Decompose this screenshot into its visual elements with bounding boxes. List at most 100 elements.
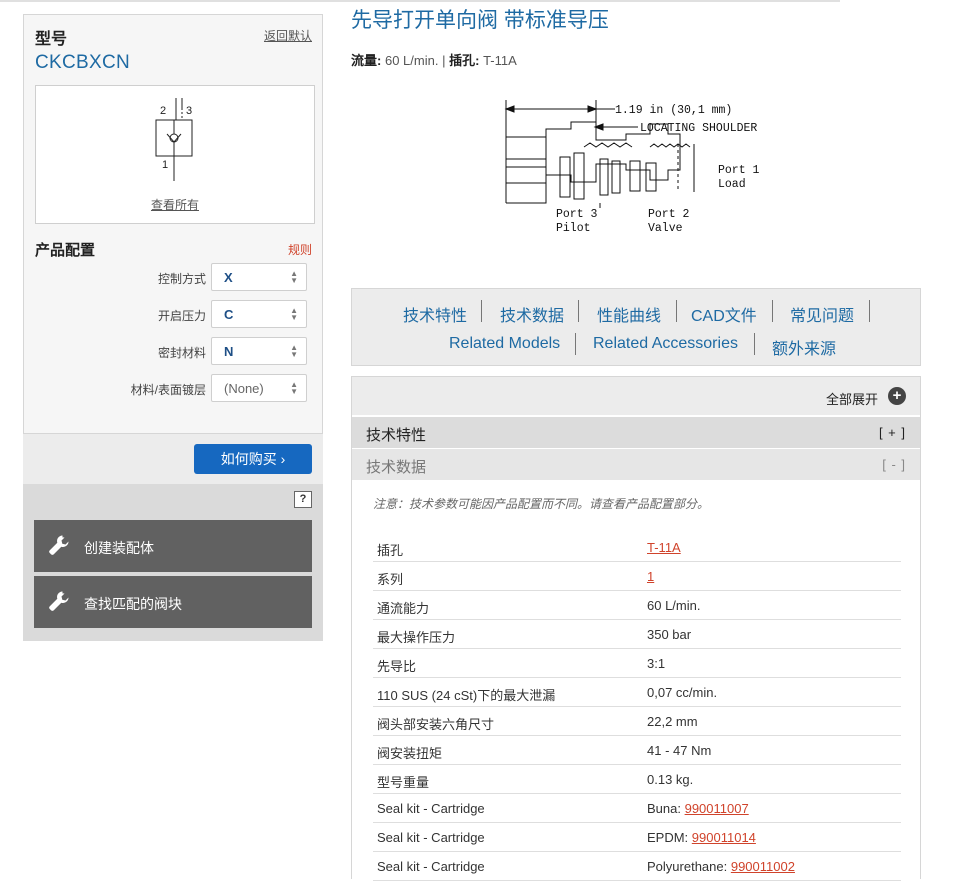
select-arrows-icon: ▲ ▼: [290, 269, 298, 285]
help-icon[interactable]: ?: [294, 491, 312, 508]
port-1-label: Port 1: [718, 164, 760, 177]
seal-kit-buna-link[interactable]: 990011007: [685, 801, 749, 816]
page-title: 先导打开单向阀 带标准导压: [351, 9, 609, 32]
port-3-label: Port 3: [556, 208, 598, 221]
section-tech-data-header[interactable]: 技术数据 [ - ]: [352, 449, 920, 480]
table-row: Seal kit - Cartridge Polyurethane: 99001…: [373, 852, 901, 881]
top-divider: [0, 0, 840, 2]
tab-divider: [481, 300, 482, 322]
seal-kit-epdm-link[interactable]: 990011014: [692, 830, 756, 845]
table-row: 先导比 3:1: [373, 649, 901, 678]
table-row: 阀头部安装六角尺寸 22,2 mm: [373, 707, 901, 736]
material-coating-select[interactable]: (None) ▲ ▼: [211, 374, 307, 402]
config-label: 控制方式: [157, 272, 206, 286]
model-code: CKCBXCN: [35, 52, 131, 73]
tab-extra-resources[interactable]: 额外来源: [772, 335, 836, 359]
tab-performance[interactable]: 性能曲线: [597, 302, 661, 326]
flow-value: 60 L/min.: [384, 53, 439, 68]
table-row: Seal kit - Cartridge EPDM: 990011014: [373, 823, 901, 852]
config-label: 密封材料: [157, 346, 206, 360]
cavity-link[interactable]: T-11A: [647, 540, 681, 555]
find-manifold-label: 查找匹配的阀块: [84, 596, 182, 612]
create-assembly-button[interactable]: 创建装配体: [34, 520, 312, 572]
view-all-link[interactable]: 查看所有: [36, 196, 314, 213]
tab-tech-data[interactable]: 技术数据: [500, 302, 564, 326]
check-valve-symbol: 2 3 1: [155, 98, 193, 181]
table-row: 插孔 T-11A: [373, 533, 901, 562]
section-features-header[interactable]: 技术特性 [ + ]: [352, 417, 920, 448]
hydraulic-symbol-box[interactable]: 2 3 1 查看所有: [35, 85, 315, 224]
tab-faq[interactable]: 常见问题: [790, 302, 854, 326]
tab-cad[interactable]: CAD文件: [691, 302, 757, 326]
port-2-label: 2: [160, 105, 166, 117]
model-label: 型号: [35, 31, 68, 48]
port-1-load-label: Load: [718, 178, 746, 191]
select-arrows-icon: ▲ ▼: [290, 380, 298, 396]
tab-divider: [578, 300, 579, 322]
spec-divider: |: [442, 53, 446, 68]
port-2-label: Port 2: [648, 208, 690, 221]
locating-shoulder-label: LOCATING SHOULDER: [640, 122, 757, 135]
chevron-right-icon: ›: [280, 451, 286, 467]
table-row: 最大操作压力 350 bar: [373, 620, 901, 649]
tab-related-accessories[interactable]: Related Accessories: [593, 335, 738, 353]
port-2-valve-label: Valve: [648, 222, 683, 235]
control-select[interactable]: X ▲ ▼: [211, 263, 307, 291]
tab-features[interactable]: 技术特性: [403, 302, 467, 326]
plus-circle-icon[interactable]: +: [888, 387, 906, 405]
table-row: 型号重量 0.13 kg.: [373, 765, 901, 794]
table-row: 通流能力 60 L/min.: [373, 591, 901, 620]
table-row: 110 SUS (24 cSt)下的最大泄漏 0,07 cc/min.: [373, 678, 901, 707]
find-manifold-button[interactable]: 查找匹配的阀块: [34, 576, 312, 628]
table-row: Seal kit - Cartridge Buna: 990011007: [373, 794, 901, 823]
how-to-buy-button[interactable]: 如何购买 ›: [194, 444, 312, 474]
details-panel: 全部展开 + 技术特性 [ + ] 技术数据 [ - ] 注意：技术参数可能因产…: [351, 376, 921, 881]
tab-divider: [575, 333, 576, 355]
expand-all-link[interactable]: 全部展开: [826, 389, 878, 408]
left-panel: 型号 返回默认 CKCBXCN 2 3 1 查看所有 产品配置 规则 控制方式: [23, 14, 323, 641]
create-assembly-label: 创建装配体: [84, 540, 154, 556]
cartridge-diagram: 1.19 in (30,1 mm) LOCATING SHOULDER Port…: [504, 100, 760, 235]
port-3-pilot-label: Pilot: [556, 222, 591, 235]
cavity-value: T-11A: [483, 53, 517, 68]
cavity-label: 插孔:: [449, 53, 480, 68]
tab-divider: [869, 300, 870, 322]
expand-toggle[interactable]: [ + ]: [879, 425, 906, 440]
reset-default-link[interactable]: 返回默认: [264, 27, 312, 44]
config-row-crack-pressure: 开启压力 C ▲ ▼: [24, 300, 324, 328]
model-box: 型号 返回默认 CKCBXCN 2 3 1 查看所有 产品配置 规则 控制方式: [23, 14, 323, 434]
spec-summary: 流量: 60 L/min. | 插孔: T-11A: [351, 50, 517, 69]
table-row: 系列 1: [373, 562, 901, 591]
tab-divider: [676, 300, 677, 322]
port-3-label: 3: [186, 105, 192, 117]
product-config-title: 产品配置: [35, 242, 96, 259]
dimension-label: 1.19 in (30,1 mm): [615, 104, 732, 117]
spec-note: 注意：技术参数可能因产品配置而不同。请查看产品配置部分。: [373, 497, 710, 511]
tab-divider: [772, 300, 773, 322]
seal-kit-polyurethane-link[interactable]: 990011002: [731, 859, 795, 874]
port-1-label: 1: [162, 159, 168, 171]
tools-area: ? 创建装配体 查找匹配的阀块: [23, 484, 323, 641]
collapse-toggle[interactable]: [ - ]: [882, 457, 906, 472]
tab-related-models[interactable]: Related Models: [449, 335, 560, 353]
select-arrows-icon: ▲ ▼: [290, 306, 298, 322]
config-row-material: 材料/表面镀层 (None) ▲ ▼: [24, 374, 324, 402]
section-label: 技术数据: [366, 459, 427, 476]
config-label: 开启压力: [157, 309, 206, 323]
rules-link[interactable]: 规则: [288, 241, 312, 258]
expand-all-row: 全部展开 +: [352, 377, 920, 415]
wrench-icon: [49, 591, 69, 611]
select-arrows-icon: ▲ ▼: [290, 343, 298, 359]
wrench-icon: [49, 535, 69, 555]
config-label: 材料/表面镀层: [130, 383, 206, 397]
seal-material-select[interactable]: N ▲ ▼: [211, 337, 307, 365]
buy-area: 如何购买 ›: [23, 434, 323, 484]
flow-label: 流量:: [351, 53, 382, 68]
config-row-control: 控制方式 X ▲ ▼: [24, 263, 324, 291]
crack-pressure-select[interactable]: C ▲ ▼: [211, 300, 307, 328]
tab-divider: [754, 333, 755, 355]
section-tabs: 技术特性 技术数据 性能曲线 CAD文件 常见问题 Related Models…: [351, 288, 921, 366]
table-row: 阀安装扭矩 41 - 47 Nm: [373, 736, 901, 765]
series-link[interactable]: 1: [647, 569, 654, 584]
config-row-seal: 密封材料 N ▲ ▼: [24, 337, 324, 365]
